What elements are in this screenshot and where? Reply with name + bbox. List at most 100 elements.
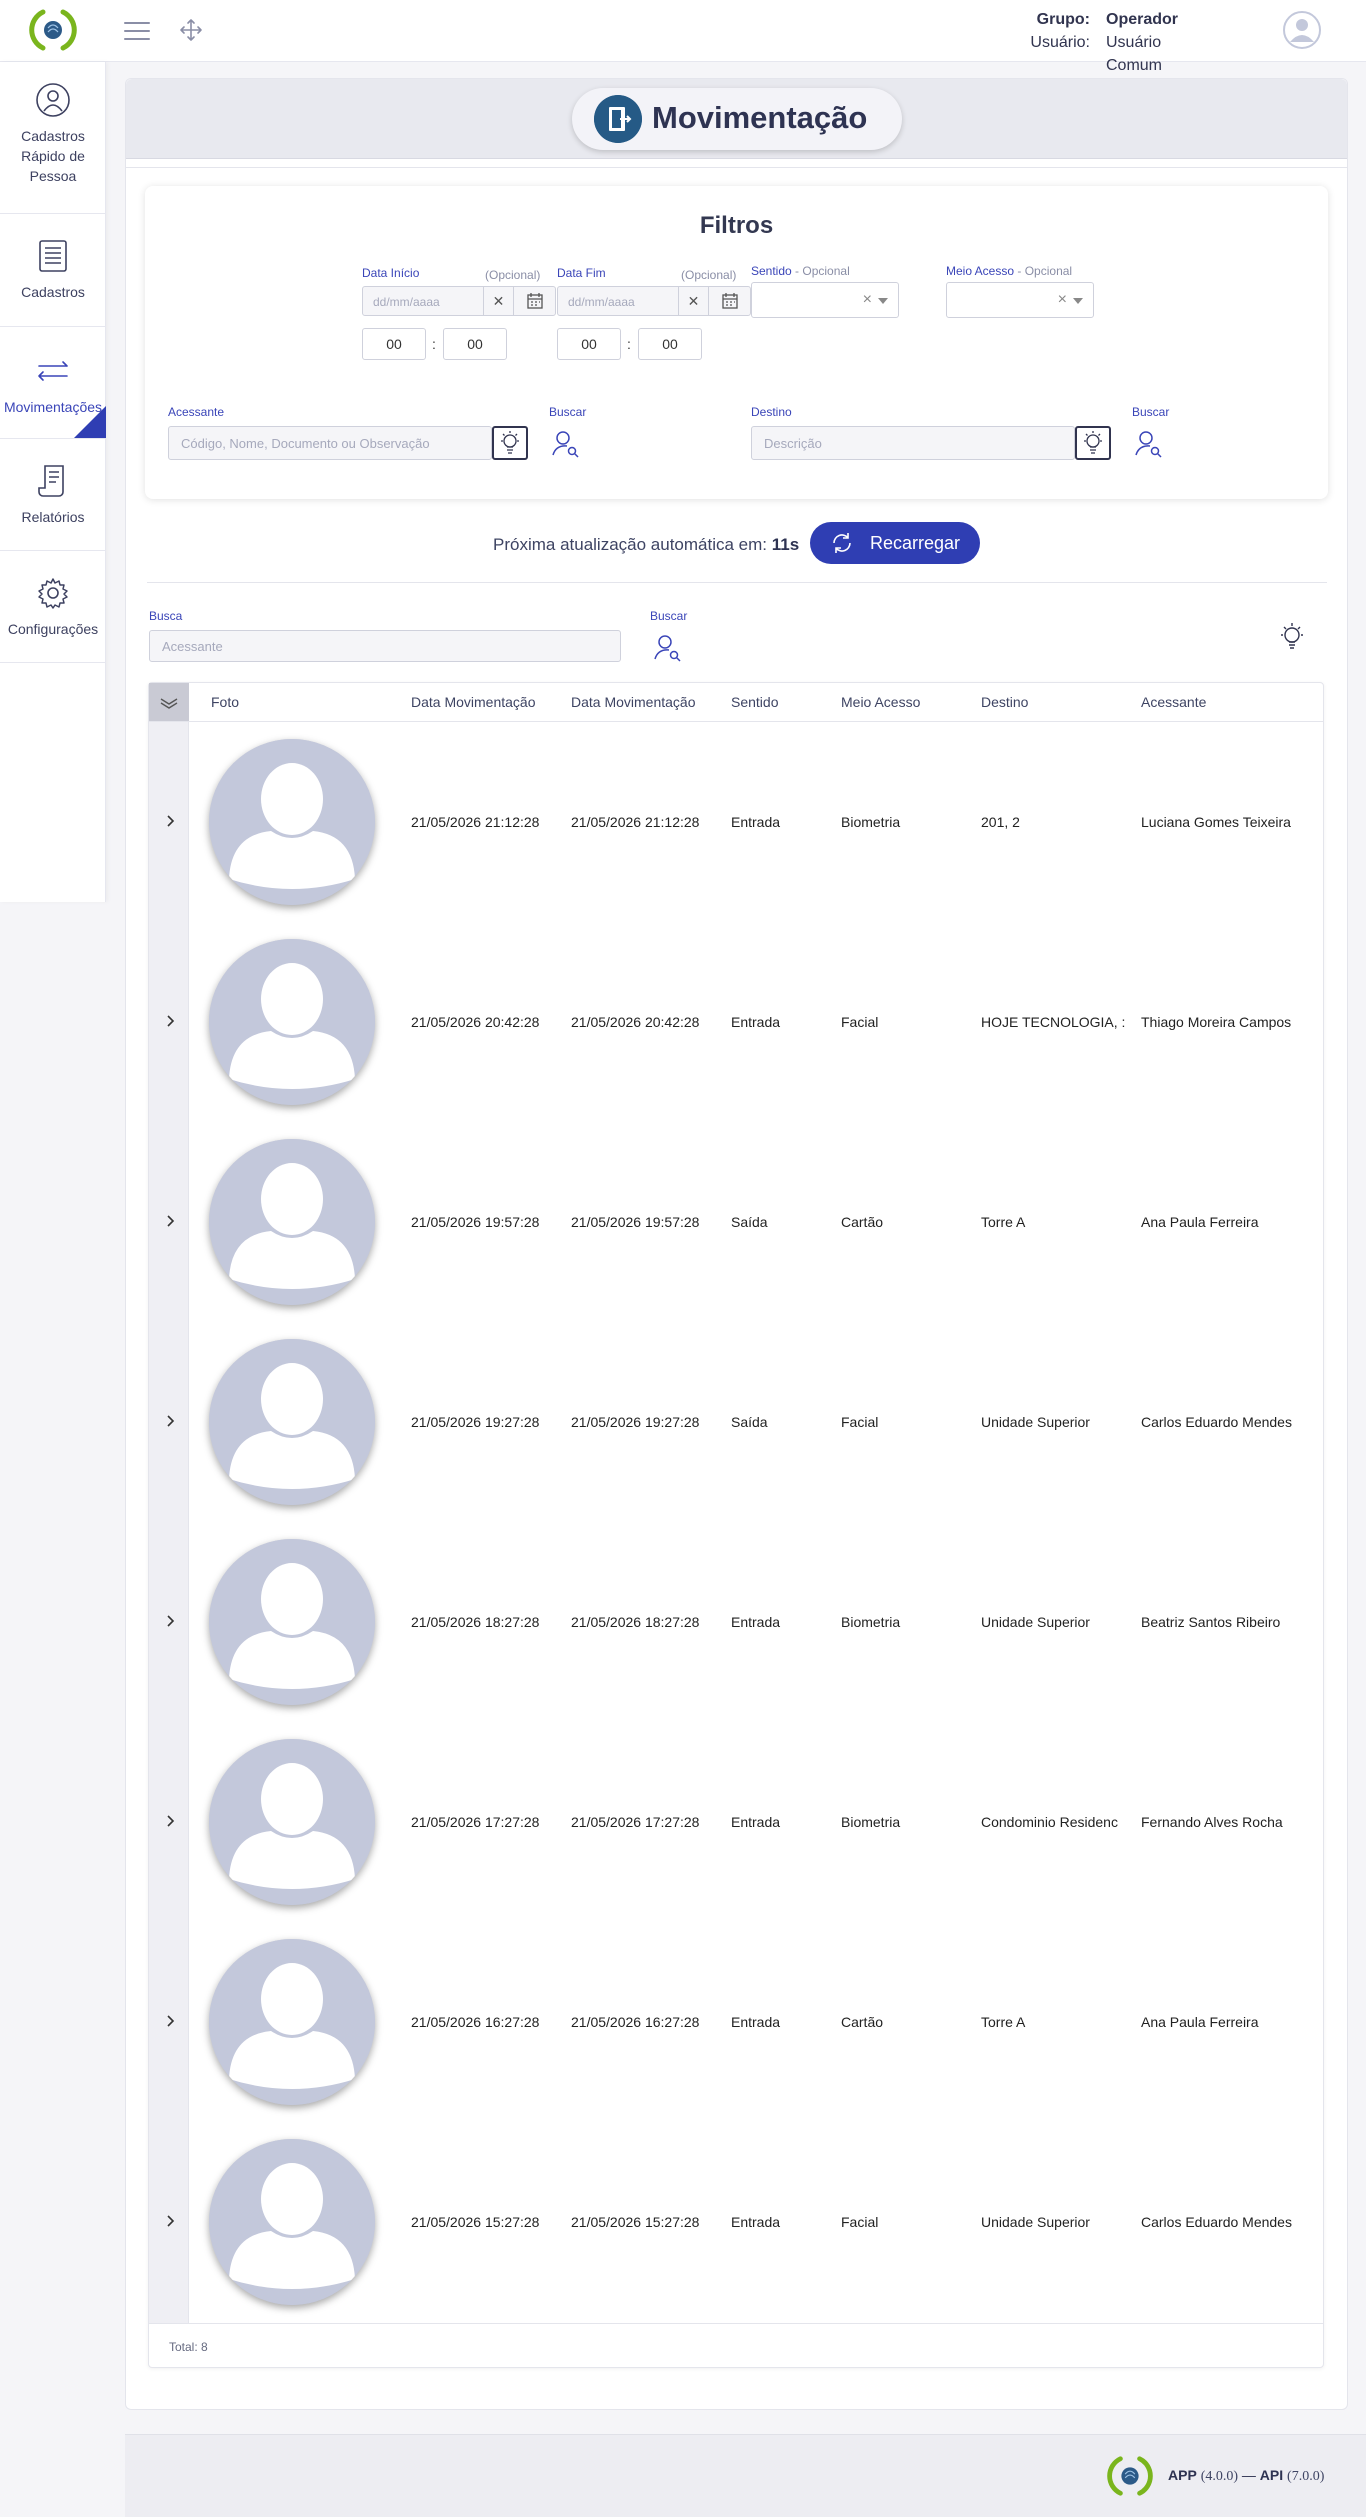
cell-d1: 21/05/2026 21:12:28 xyxy=(411,814,540,830)
time-colon: : xyxy=(627,336,631,352)
sidebar-item-movimentacoes[interactable]: Movimentações xyxy=(0,327,106,439)
cell-d2: 21/05/2026 21:12:28 xyxy=(571,814,700,830)
lightbulb-button[interactable] xyxy=(492,426,528,460)
sidebar-item-configuracoes[interactable]: Configurações xyxy=(0,551,106,663)
usuario-label: Usuário: xyxy=(1030,34,1090,51)
fullscreen-move-icon[interactable] xyxy=(178,17,204,43)
cell-d1: 21/05/2026 19:27:28 xyxy=(411,1414,540,1430)
meio-acesso-select[interactable]: × xyxy=(946,282,1094,318)
door-exit-icon xyxy=(594,95,642,143)
clear-icon[interactable]: ✕ xyxy=(678,287,708,315)
page-title-pill: Movimentação xyxy=(572,88,902,150)
user-search-icon[interactable] xyxy=(652,632,682,662)
page-banner: Movimentação xyxy=(126,79,1347,159)
column-header-meio-acesso[interactable]: Meio Acesso xyxy=(841,683,920,721)
collapse-all-button[interactable] xyxy=(149,683,189,721)
data-inicio-input[interactable]: dd/mm/aaaa ✕ xyxy=(362,286,556,316)
buscar-label: Buscar xyxy=(650,609,688,623)
divider xyxy=(147,582,1327,583)
api-version: (7.0.0) xyxy=(1287,2469,1325,2484)
cell-d2: 21/05/2026 17:27:28 xyxy=(571,1814,700,1830)
table-row[interactable]: 21/05/2026 20:42:28 21/05/2026 20:42:28 En… xyxy=(149,922,1323,1122)
sentido-optional: - Opcional xyxy=(795,264,850,278)
chevron-right-icon[interactable] xyxy=(163,1414,177,1428)
app-logo xyxy=(1107,2456,1153,2496)
cell-d2: 21/05/2026 20:42:28 xyxy=(571,1014,700,1030)
sentido-select[interactable]: × xyxy=(751,282,899,318)
refresh-icon xyxy=(833,533,851,553)
cell-d1: 21/05/2026 18:27:28 xyxy=(411,1614,540,1630)
hora-fim-input[interactable]: 00 xyxy=(557,328,621,360)
table-row[interactable]: 21/05/2026 16:27:28 21/05/2026 16:27:28 En… xyxy=(149,1922,1323,2122)
destino-input[interactable]: Descrição xyxy=(751,426,1075,460)
chevron-right-icon[interactable] xyxy=(163,2014,177,2028)
column-header-sentido[interactable]: Sentido xyxy=(731,683,778,721)
data-fim-input[interactable]: dd/mm/aaaa ✕ xyxy=(557,286,751,316)
cell-destino: Unidade Superior xyxy=(981,1614,1090,1630)
table-row[interactable]: 21/05/2026 15:27:28 21/05/2026 15:27:28 En… xyxy=(149,2122,1323,2322)
sidebar-item-cadastros[interactable]: Cadastros xyxy=(0,214,106,327)
clear-icon[interactable]: × xyxy=(863,291,872,309)
reload-button[interactable]: Recarregar xyxy=(810,522,980,564)
clear-icon[interactable]: ✕ xyxy=(483,287,513,315)
table-row[interactable]: 21/05/2026 18:27:28 21/05/2026 18:27:28 En… xyxy=(149,1522,1323,1722)
table-row[interactable]: 21/05/2026 17:27:28 21/05/2026 17:27:28 En… xyxy=(149,1722,1323,1922)
cell-meio: Facial xyxy=(841,1014,879,1030)
api-label: API xyxy=(1259,2467,1284,2483)
cell-meio: Cartão xyxy=(841,1214,884,1230)
table-row[interactable]: 21/05/2026 19:57:28 21/05/2026 19:57:28 Sa… xyxy=(149,1122,1323,1322)
sidebar-item-cadastro-rapido[interactable]: Cadastros Rápido de Pessoa xyxy=(0,82,106,214)
chevron-right-icon[interactable] xyxy=(163,814,177,828)
destino-label: Destino xyxy=(751,405,792,419)
lightbulb-button[interactable] xyxy=(1075,426,1111,460)
calendar-icon[interactable] xyxy=(513,287,555,315)
chevron-right-icon[interactable] xyxy=(163,1814,177,1828)
grupo-label: Grupo: xyxy=(1036,11,1090,28)
column-header-foto[interactable]: Foto xyxy=(211,683,239,721)
acessante-input[interactable]: Código, Nome, Documento ou Observação xyxy=(168,426,492,460)
chevron-down-icon[interactable] xyxy=(878,298,888,304)
auto-refresh-row: Próxima atualização automática em: 11s R… xyxy=(145,522,1328,566)
column-header-data-movimentacao[interactable]: Data Movimentação xyxy=(411,683,536,721)
cell-d1: 21/05/2026 19:57:28 xyxy=(411,1214,540,1230)
user-search-icon[interactable] xyxy=(550,428,580,458)
table-row[interactable]: 21/05/2026 21:12:28 21/05/2026 21:12:28 En… xyxy=(149,722,1323,922)
user-avatar-icon[interactable] xyxy=(1282,10,1322,50)
data-fim-label: Data Fim xyxy=(557,266,606,280)
auto-refresh-text: Próxima atualização automática em: 11s xyxy=(493,535,799,555)
hora-inicio-input[interactable]: 00 xyxy=(362,328,426,360)
app-logo[interactable] xyxy=(29,6,77,54)
table-row[interactable]: 21/05/2026 19:27:28 21/05/2026 19:27:28 Sa… xyxy=(149,1322,1323,1522)
clear-icon[interactable]: × xyxy=(1058,291,1067,309)
cell-destino: Condominio Residenc xyxy=(981,1814,1118,1830)
grupo-value: Operador xyxy=(1106,11,1179,28)
lightbulb-icon[interactable] xyxy=(1274,620,1310,656)
column-header-data-movimentacao-2[interactable]: Data Movimentação xyxy=(571,683,696,721)
chevron-right-icon[interactable] xyxy=(163,1214,177,1228)
column-header-acessante[interactable]: Acessante xyxy=(1141,683,1206,721)
cell-d1: 21/05/2026 17:27:28 xyxy=(411,1814,540,1830)
chevron-right-icon[interactable] xyxy=(163,2214,177,2228)
cell-meio: Facial xyxy=(841,1414,879,1430)
menu-toggle-icon[interactable] xyxy=(124,20,150,42)
user-search-icon[interactable] xyxy=(1133,428,1163,458)
cell-destino: Unidade Superior xyxy=(981,1414,1090,1430)
chevron-right-icon[interactable] xyxy=(163,1014,177,1028)
sidebar-item-label: Cadastros xyxy=(21,284,85,300)
acessante-placeholder: Código, Nome, Documento ou Observação xyxy=(181,436,430,451)
chevron-down-icon[interactable] xyxy=(1073,298,1083,304)
person-photo-placeholder xyxy=(209,939,375,1105)
chevron-right-icon[interactable] xyxy=(163,1614,177,1628)
lightbulb-icon xyxy=(501,431,519,454)
sidebar-item-relatorios[interactable]: Relatórios xyxy=(0,439,106,551)
cell-meio: Biometria xyxy=(841,814,901,830)
cell-meio: Facial xyxy=(841,2214,879,2230)
calendar-icon[interactable] xyxy=(708,287,750,315)
divider xyxy=(126,167,1347,168)
cell-meio: Cartão xyxy=(841,2014,884,2030)
busca-input[interactable]: Acessante xyxy=(149,630,621,662)
gear-icon xyxy=(38,578,68,609)
minuto-fim-input[interactable]: 00 xyxy=(638,328,702,360)
minuto-inicio-input[interactable]: 00 xyxy=(443,328,507,360)
column-header-destino[interactable]: Destino xyxy=(981,683,1028,721)
